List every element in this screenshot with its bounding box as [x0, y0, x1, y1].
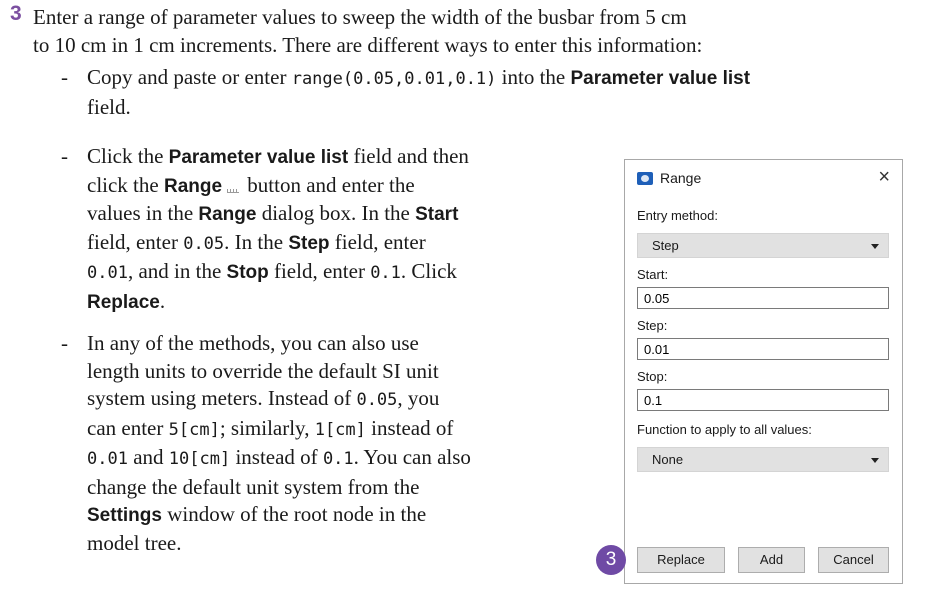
code-snippet: range(0.05,0.01,0.1): [291, 69, 497, 89]
entry-method-label: Entry method:: [637, 208, 718, 223]
ui-label-start: Start: [415, 204, 459, 225]
start-label: Start:: [637, 267, 669, 282]
bullet-text: into the: [496, 65, 571, 89]
code-snippet: 5[cm]: [168, 419, 220, 440]
stop-label: Stop:: [637, 369, 668, 384]
range-dialog: Range × Entry method: Step Start: Step: …: [624, 159, 903, 584]
step-field[interactable]: [637, 338, 889, 360]
intro-line-1: Enter a range of parameter values to swe…: [33, 5, 687, 29]
bullet-text: field, enter: [268, 259, 371, 283]
bullet-text: field.: [87, 94, 131, 119]
start-field[interactable]: [637, 287, 889, 309]
bullet-marker: -: [61, 331, 68, 355]
code-snippet: 0.01: [87, 263, 128, 283]
bullet-text: window of the root node in the: [161, 502, 427, 526]
app-icon: [637, 172, 653, 185]
chevron-down-icon: [871, 244, 879, 249]
code-snippet: 1[cm]: [314, 419, 366, 440]
bullet-item-1: Copy and paste or enter range(0.05,0.01,…: [87, 64, 927, 121]
intro-line-2: to 10 cm in 1 cm increments. There are d…: [33, 32, 703, 57]
step-callout-badge: 3: [596, 545, 626, 575]
bullet-text: , and in the: [127, 259, 227, 283]
bullet-text: Copy and paste or enter: [87, 65, 292, 89]
ui-label-parameter-value-list: Parameter value list: [570, 68, 751, 89]
chevron-down-icon: [871, 458, 879, 463]
code-snippet: 0.01: [87, 449, 128, 469]
bullet-item-2: Click the Parameter value list field and…: [87, 143, 607, 316]
bullet-text: change the default unit system from the: [87, 474, 420, 499]
bullet-text: length units to override the default SI …: [87, 358, 439, 383]
add-button[interactable]: Add: [738, 547, 805, 573]
entry-method-value: Step: [652, 238, 679, 253]
code-snippet: 0.1: [370, 263, 401, 283]
close-icon[interactable]: ×: [878, 165, 890, 189]
bullet-text: ; similarly,: [219, 415, 315, 440]
step-label: Step:: [637, 318, 668, 333]
bullet-text: . In the: [224, 229, 289, 254]
ui-label-settings: Settings: [87, 505, 162, 526]
bullet-text: instead of: [365, 415, 454, 440]
bullet-item-3: In any of the methods, you can also use …: [87, 330, 607, 557]
entry-method-dropdown[interactable]: Step: [637, 233, 889, 258]
bullet-text: click the: [87, 172, 164, 197]
function-value: None: [652, 452, 684, 467]
bullet-text: and: [127, 445, 169, 469]
code-snippet: 0.1: [322, 449, 354, 469]
dialog-titlebar[interactable]: Range ×: [625, 160, 902, 196]
bullet-text: dialog box. In the: [256, 201, 416, 225]
bullet-text: model tree.: [87, 530, 182, 555]
ui-label-range: Range: [163, 175, 223, 197]
ui-label-step: Step: [288, 232, 330, 254]
bullet-text: Click the: [87, 144, 169, 168]
step-number: 3: [10, 2, 22, 25]
function-label: Function to apply to all values:: [637, 422, 812, 437]
bullet-text: field, enter: [329, 229, 426, 254]
bullet-text: field, enter: [87, 229, 184, 254]
function-dropdown[interactable]: None: [637, 447, 889, 472]
bullet-text: . Click: [400, 259, 457, 283]
bullet-marker: -: [61, 65, 68, 89]
bullet-text: system using meters. Instead of: [87, 386, 357, 410]
ui-label-parameter-value-list: Parameter value list: [168, 147, 349, 168]
code-snippet: 10[cm]: [168, 449, 231, 469]
dialog-title: Range: [660, 170, 702, 186]
bullet-text: values in the: [87, 201, 199, 225]
stop-field[interactable]: [637, 389, 889, 411]
bullet-text: instead of: [230, 445, 323, 469]
bullet-text: , you: [397, 386, 440, 410]
bullet-text: field and then: [348, 144, 469, 168]
bullet-text: can enter: [87, 415, 169, 440]
bullet-text: . You can also: [353, 445, 471, 469]
bullet-text: In any of the methods, you can also use: [87, 331, 419, 355]
bullet-text: button and enter the: [242, 172, 415, 197]
range-icon: [227, 181, 240, 193]
ui-label-replace: Replace: [87, 291, 160, 313]
step-intro: Enter a range of parameter values to swe…: [33, 4, 923, 59]
code-snippet: 0.05: [183, 233, 225, 254]
ui-label-stop: Stop: [226, 262, 269, 283]
replace-button[interactable]: Replace: [637, 547, 725, 573]
code-snippet: 0.05: [356, 390, 398, 410]
bullet-marker: -: [61, 144, 68, 168]
ui-label-range: Range: [198, 204, 257, 225]
cancel-button[interactable]: Cancel: [818, 547, 889, 573]
bullet-text: .: [159, 288, 166, 313]
